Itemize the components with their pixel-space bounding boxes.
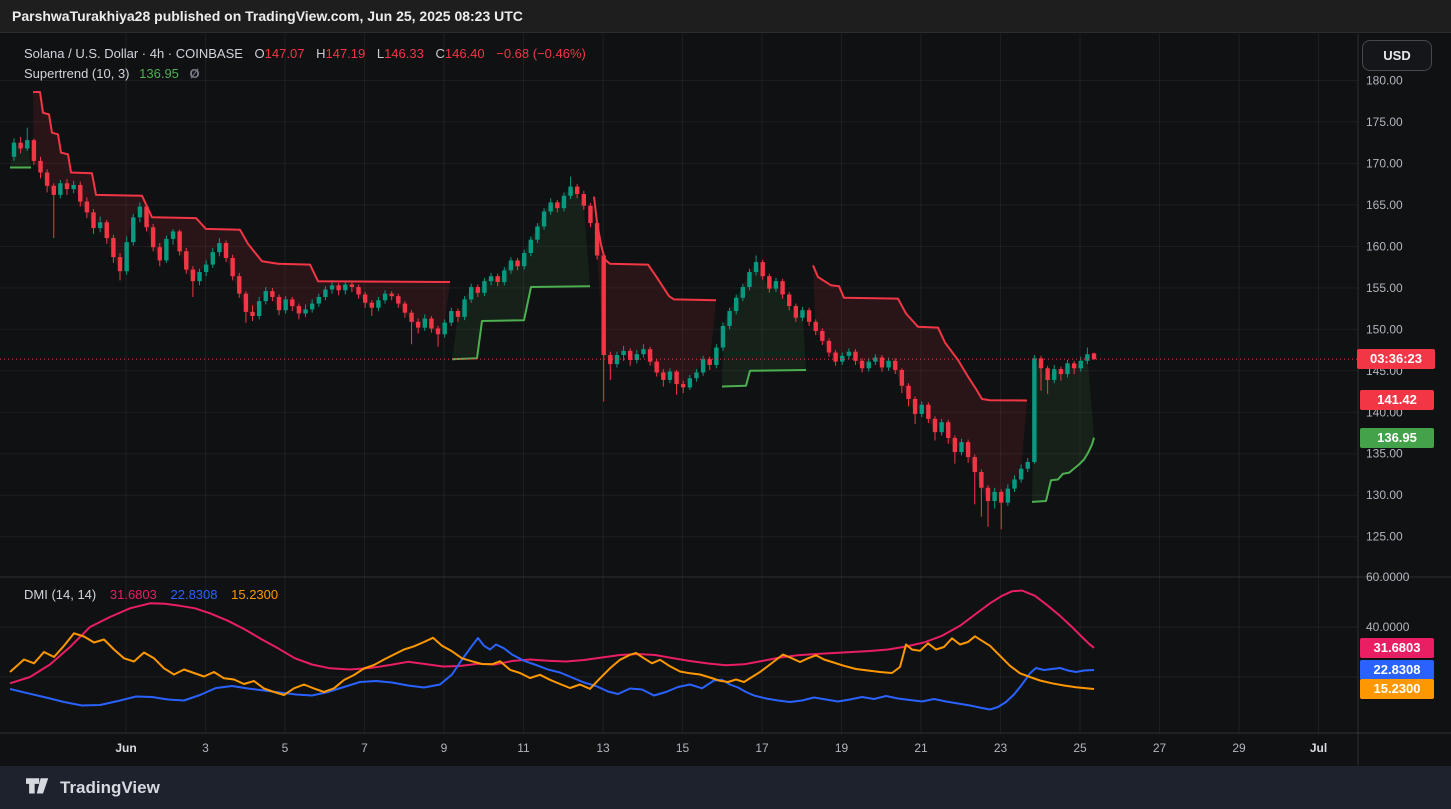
close-value: 146.40 (445, 46, 485, 61)
tradingview-brand-link[interactable]: TradingView (60, 778, 160, 798)
supertrend-stop-badge: 141.42 (1360, 390, 1434, 410)
price-axis[interactable]: 180.00 175.00 170.00 165.00 160.00 155.00 150.… (1366, 73, 1410, 684)
open-label: O (255, 46, 265, 61)
hide-indicator-icon[interactable]: Ø (190, 66, 200, 81)
open-value: 147.07 (265, 46, 305, 61)
page-header: ParshwaTurakhiya28 published on TradingV… (0, 0, 1451, 33)
supertrend-name: Supertrend (10, 3) (24, 66, 130, 81)
countdown-badge: 03:36:23 (1357, 349, 1435, 369)
svg-text:25: 25 (1073, 741, 1087, 755)
header-title: ParshwaTurakhiya28 published on TradingV… (0, 8, 523, 24)
dmi-line-layer (10, 591, 1094, 710)
supertrend-value-badge: 136.95 (1360, 428, 1434, 448)
symbol-legend: Solana / U.S. Dollar · 4h · COINBASE O14… (24, 46, 586, 61)
chart-svg[interactable]: 180.00 175.00 170.00 165.00 160.00 155.00 150.… (0, 0, 1451, 766)
dmi-plusdi-value: 22.8308 (171, 587, 218, 602)
svg-text:19: 19 (835, 741, 849, 755)
dmi-legend: DMI (14, 14) 31.6803 22.8308 15.2300 (24, 587, 278, 602)
svg-text:130.00: 130.00 (1366, 488, 1403, 502)
svg-text:7: 7 (361, 741, 368, 755)
svg-text:165.00: 165.00 (1366, 198, 1403, 212)
svg-text:29: 29 (1232, 741, 1246, 755)
svg-text:135.00: 135.00 (1366, 447, 1403, 461)
svg-text:3: 3 (202, 741, 209, 755)
svg-text:27: 27 (1153, 741, 1167, 755)
minus-di-badge: 15.2300 (1360, 679, 1434, 699)
svg-text:160.00: 160.00 (1366, 239, 1403, 253)
svg-text:17: 17 (755, 741, 769, 755)
svg-text:180.00: 180.00 (1366, 73, 1403, 87)
currency-toggle-button[interactable]: USD (1362, 40, 1432, 71)
dmi-adx-value: 31.6803 (110, 587, 157, 602)
supertrend-legend: Supertrend (10, 3) 136.95 Ø (24, 66, 200, 81)
svg-text:23: 23 (994, 741, 1008, 755)
svg-text:175.00: 175.00 (1366, 115, 1403, 129)
dmi-name: DMI (14, 14) (24, 587, 96, 602)
page-footer: TradingView (0, 766, 1451, 809)
svg-text:15: 15 (676, 741, 690, 755)
svg-text:5: 5 (282, 741, 289, 755)
svg-text:9: 9 (441, 741, 448, 755)
svg-text:Jul: Jul (1310, 741, 1327, 755)
supertrend-line-layer (0, 92, 1358, 502)
close-label: C (435, 46, 444, 61)
supertrend-fill-layer (10, 92, 1094, 503)
high-value: 147.19 (325, 46, 365, 61)
time-axis[interactable]: Jun 3 5 7 9 11 13 15 17 19 21 23 25 27 29 Jul (115, 741, 1327, 755)
adx-badge: 31.6803 (1360, 638, 1434, 658)
svg-text:21: 21 (914, 741, 928, 755)
svg-text:125.00: 125.00 (1366, 530, 1403, 544)
svg-text:155.00: 155.00 (1366, 281, 1403, 295)
svg-text:11: 11 (517, 741, 530, 755)
symbol-title: Solana / U.S. Dollar · 4h · COINBASE (24, 46, 243, 61)
low-value: 146.33 (384, 46, 424, 61)
plus-di-badge: 22.8308 (1360, 660, 1434, 680)
tradingview-snapshot: ParshwaTurakhiya28 published on TradingV… (0, 0, 1451, 809)
svg-text:13: 13 (596, 741, 610, 755)
svg-text:Jun: Jun (115, 741, 136, 755)
svg-text:40.0000: 40.0000 (1366, 620, 1410, 634)
svg-text:150.00: 150.00 (1366, 322, 1403, 336)
supertrend-value: 136.95 (139, 66, 179, 81)
tradingview-logo-icon[interactable] (26, 778, 51, 798)
svg-text:170.00: 170.00 (1366, 156, 1403, 170)
change-value: −0.68 (−0.46%) (496, 46, 586, 61)
dmi-minusdi-value: 15.2300 (231, 587, 278, 602)
low-label: L (377, 46, 384, 61)
